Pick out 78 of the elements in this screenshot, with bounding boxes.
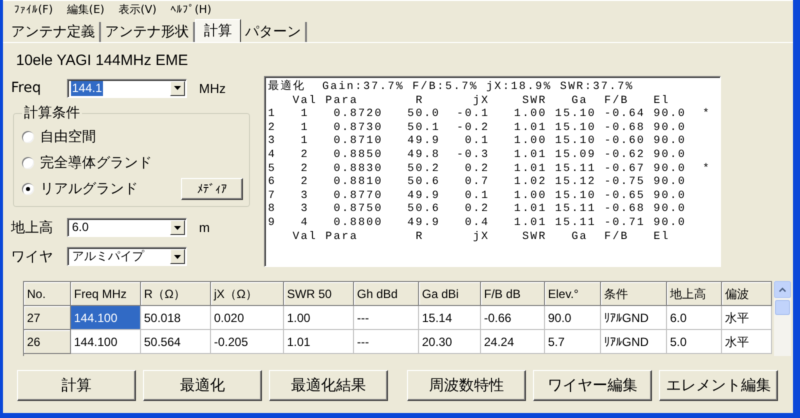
result-line: 5 2 0.8830 50.2 0.2 1.01 15.11 -0.67 90.0 * (268, 162, 711, 176)
column-header[interactable]: Gh dBd (354, 282, 419, 306)
table-cell: 水平 (722, 306, 772, 330)
action-button[interactable]: 周波数特性 (407, 370, 526, 401)
table-cell: 20.30 (419, 330, 481, 354)
table-cell: -0.66 (481, 306, 545, 330)
action-button[interactable]: ワイヤー編集 (533, 370, 652, 401)
column-header[interactable]: Ga dBi (419, 282, 481, 306)
table-cell: 1.00 (284, 306, 354, 330)
action-button[interactable]: エレメント編集 (659, 370, 778, 401)
field-label: ワイヤ (11, 248, 54, 266)
menu-item[interactable]: ﾌｧｲﾙ(F) (7, 3, 60, 16)
table-cell: --- (354, 330, 419, 354)
field-label: 地上高 (11, 218, 54, 236)
radio-icon[interactable] (22, 157, 34, 169)
table-cell: ﾘｱﾙGND (601, 330, 667, 354)
result-line: Val Para R jX SWR Ga F/B El (292, 94, 670, 108)
table-cell: 15.14 (419, 306, 481, 330)
action-button[interactable]: 最適化結果 (269, 370, 388, 401)
radio-option[interactable]: リアルグランド (22, 176, 138, 202)
table-cell: ﾘｱﾙGND (601, 306, 667, 330)
dropdown-field[interactable]: 6.0 (67, 218, 187, 237)
result-line: 7 3 0.8770 49.9 0.1 1.00 15.10 -0.65 90.0 (268, 190, 686, 204)
result-line: Val Para R jX SWR Ga F/B El (292, 230, 670, 244)
column-header[interactable]: R（Ω） (141, 282, 211, 306)
media-button[interactable]: ﾒﾃﾞｨｱ (181, 178, 243, 200)
result-line: 3 1 0.8710 49.9 0.1 1.00 15.10 -0.60 90.0 (268, 135, 686, 149)
column-header[interactable]: No. (24, 282, 71, 306)
result-line: 最適化 Gain:37.7% F/B:5.7% jX:18.9% SWR:37.7% (268, 81, 634, 95)
group-title: 計算条件 (23, 104, 81, 122)
table-cell: 50.564 (141, 330, 211, 354)
result-line: 4 2 0.8850 49.8 -0.3 1.01 15.09 -0.62 90.0 (268, 148, 686, 163)
row-header: 26 (24, 330, 71, 354)
tab[interactable]: 計算 (195, 19, 241, 42)
column-header[interactable]: SWR 50 (284, 282, 354, 306)
result-line: 6 2 0.8810 50.6 0.7 1.02 15.12 -0.75 90.0 (268, 176, 686, 190)
column-header[interactable]: 条件 (601, 282, 667, 306)
table-cell: 水平 (722, 330, 772, 354)
table-cell: --- (354, 306, 419, 330)
table-cell: 144.100 (71, 330, 141, 354)
radio-icon[interactable] (22, 131, 34, 143)
radio-option[interactable]: 完全導体グランド (22, 150, 152, 176)
menu-item[interactable]: ﾍﾙﾌﾟ(H) (164, 3, 218, 16)
result-line: 2 1 0.8730 50.1 -0.2 1.01 15.10 -0.68 90.0 (268, 122, 686, 136)
dropdown-field[interactable]: 144.1 (67, 78, 187, 98)
table-cell: 90.0 (545, 306, 601, 330)
column-header[interactable]: F/B dB (481, 282, 545, 306)
field-label: Freq (11, 80, 42, 96)
result-line: 1 1 0.8720 50.0 -0.1 1.00 15.10 -0.64 90.0 * (268, 108, 711, 122)
result-line: 9 4 0.8800 49.9 0.4 1.01 15.11 -0.71 90.0 (268, 216, 686, 231)
table-cell: -0.205 (211, 330, 284, 354)
table-cell: 5.0 (667, 330, 722, 354)
table-cell: 5.7 (545, 330, 601, 354)
menu-item[interactable]: 表示(V) (111, 2, 164, 17)
table-cell: 1.01 (284, 330, 354, 354)
radio-option[interactable]: 自由空間 (22, 124, 96, 150)
column-header[interactable]: Elev.° (545, 282, 601, 306)
unit-label: MHz (199, 80, 226, 96)
menu-item[interactable]: 編集(E) (60, 2, 112, 17)
table-cell: 144.100 (71, 306, 141, 330)
antenna-title: 10ele YAGI 144MHz EME (16, 52, 188, 69)
action-button[interactable]: 計算 (17, 370, 136, 401)
result-line: 8 3 0.8750 50.6 0.2 1.01 15.11 -0.68 90.0 (268, 203, 686, 217)
column-header[interactable]: 地上高 (667, 282, 722, 306)
dropdown-field[interactable]: アルミパイプ (67, 247, 187, 266)
column-header[interactable]: jX（Ω） (211, 282, 284, 306)
table-cell: 50.018 (141, 306, 211, 330)
radio-icon[interactable] (22, 183, 34, 195)
column-header[interactable]: 偏波 (722, 282, 772, 306)
table-cell: 24.24 (481, 330, 545, 354)
row-header: 27 (24, 306, 71, 330)
scrollbar-thumb[interactable] (775, 300, 790, 315)
table-cell: 6.0 (667, 306, 722, 330)
table-cell: 0.020 (211, 306, 284, 330)
unit-label: m (199, 220, 210, 235)
action-button[interactable]: 最適化 (143, 370, 262, 401)
scroll-up-button[interactable] (774, 281, 791, 298)
column-header[interactable]: Freq MHz (71, 282, 141, 306)
